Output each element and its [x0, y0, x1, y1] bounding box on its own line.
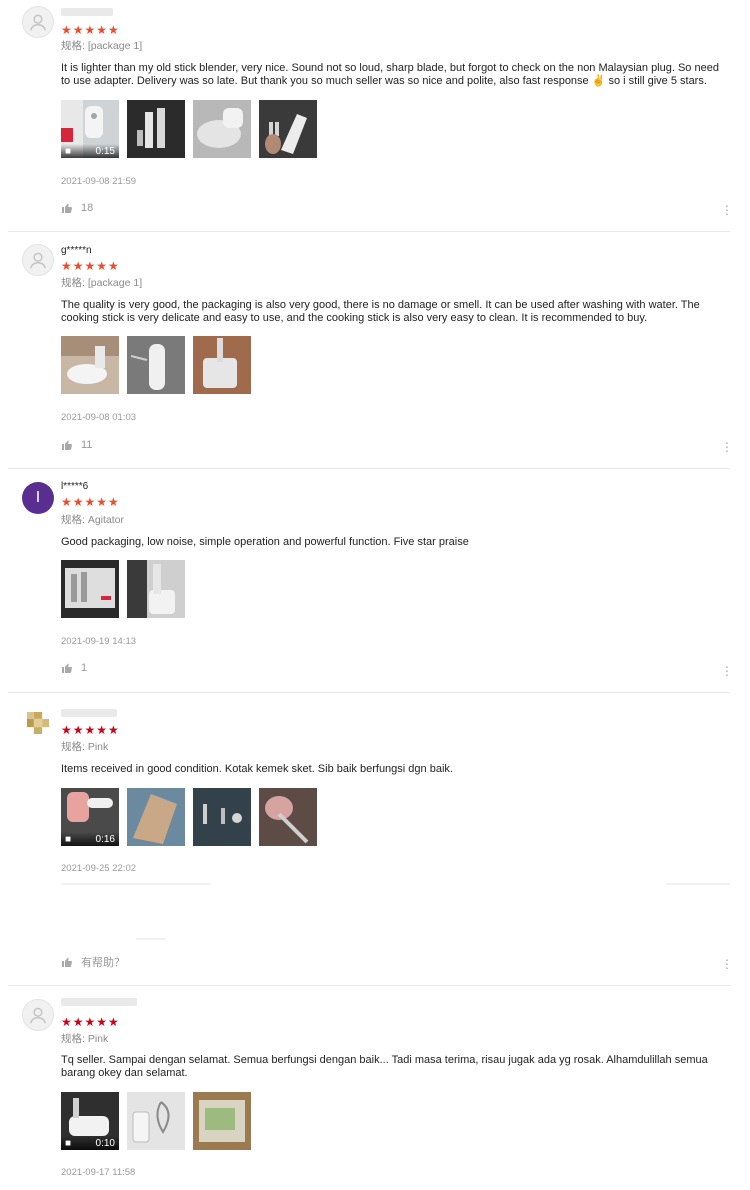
photo-thumbnail[interactable] [259, 100, 317, 158]
photo-thumbnail[interactable] [259, 788, 317, 846]
divider [8, 692, 730, 693]
user-icon [27, 1004, 49, 1026]
photo-thumbnail[interactable] [193, 336, 251, 394]
photo-thumbnail[interactable] [127, 788, 185, 846]
more-options-button[interactable]: · · · [724, 952, 730, 974]
username: l*****6 [61, 481, 89, 492]
variant-label: 规格: Pink [61, 1033, 109, 1045]
photo-thumbnail[interactable] [61, 560, 119, 618]
review-date: 2021-09-08 21:59 [61, 176, 137, 187]
review-date: 2021-09-08 01:03 [61, 412, 137, 423]
video-camera-icon: ■ [65, 833, 72, 845]
more-options-button[interactable]: · · · [724, 659, 730, 681]
divider [8, 985, 730, 986]
variant-label: 规格: Pink [61, 741, 109, 753]
username-blurred [61, 8, 113, 16]
more-options-button[interactable]: · · · [724, 198, 730, 220]
variant-label: 规格: Agitator [61, 514, 125, 526]
rating-stars: ★★★★★ [61, 23, 120, 37]
photo-thumbnail[interactable] [61, 336, 119, 394]
media-row: ■ 0:15 [61, 100, 317, 158]
thumbs-up-icon [61, 202, 73, 214]
media-row [61, 560, 185, 618]
video-badge: ■ 0:15 [61, 144, 119, 158]
review-text: Items received in good condition. Kotak … [61, 763, 453, 775]
like-count: 11 [81, 439, 93, 451]
avatar[interactable]: I [22, 482, 54, 514]
video-duration: 0:15 [95, 145, 115, 157]
photo-thumbnail[interactable] [127, 100, 185, 158]
user-icon [27, 11, 49, 33]
username-blurred [61, 998, 137, 1006]
video-duration: 0:10 [95, 1137, 115, 1149]
more-options-button[interactable]: · · · [724, 435, 730, 457]
review-text: Good packaging, low noise, simple operat… [61, 536, 469, 548]
like-count: 18 [81, 202, 94, 214]
photo-thumbnail[interactable] [127, 560, 185, 618]
review-text: Tq seller. Sampai dengan selamat. Semua … [61, 1054, 708, 1079]
photo-thumbnail[interactable] [127, 336, 185, 394]
thumbs-up-icon [61, 439, 73, 451]
rating-stars: ★★★★★ [61, 1015, 120, 1029]
avatar[interactable] [22, 244, 54, 276]
media-row [61, 336, 251, 394]
ghost-line [136, 938, 166, 940]
avatar[interactable] [22, 6, 54, 38]
photo-thumbnail[interactable] [127, 1092, 185, 1150]
media-row: ■ 0:10 [61, 1092, 251, 1150]
video-camera-icon: ■ [65, 1137, 72, 1149]
like-count: 1 [81, 662, 88, 674]
review-text: The quality is very good, the packaging … [61, 299, 700, 324]
variant-label: 规格: [package 1] [61, 277, 143, 289]
like-button[interactable]: 18 [61, 202, 93, 214]
photo-thumbnail[interactable] [193, 1092, 251, 1150]
helpful-label: 有帮助？ [81, 957, 125, 969]
rating-stars: ★★★★★ [61, 723, 120, 737]
like-button[interactable]: 11 [61, 439, 92, 451]
media-row: ■ 0:16 [61, 788, 317, 846]
video-camera-icon: ■ [65, 145, 72, 157]
review-date: 2021-09-17 11:58 [61, 1167, 136, 1178]
thumbs-up-icon [61, 662, 73, 674]
video-thumbnail[interactable]: ■ 0:10 [61, 1092, 119, 1150]
username: g*****n [61, 245, 92, 256]
video-badge: ■ 0:10 [61, 1136, 119, 1150]
video-duration: 0:16 [95, 833, 115, 845]
username-blurred [61, 709, 117, 717]
helpful-button[interactable]: 有帮助？ [61, 954, 125, 970]
photo-thumbnail[interactable] [193, 100, 251, 158]
avatar[interactable] [22, 707, 54, 739]
variant-label: 规格: [package 1] [61, 40, 143, 52]
rating-stars: ★★★★★ [61, 259, 120, 273]
divider [8, 468, 730, 469]
video-badge: ■ 0:16 [61, 832, 119, 846]
rating-stars: ★★★★★ [61, 495, 120, 509]
thumbs-up-icon [61, 956, 73, 968]
divider [8, 231, 730, 232]
review-date: 2021-09-19 14:13 [61, 636, 137, 647]
user-icon [27, 249, 49, 271]
ghost-line [666, 883, 730, 885]
review-text: It is lighter than my old stick blender,… [61, 62, 719, 87]
avatar[interactable] [22, 999, 54, 1031]
photo-thumbnail[interactable] [193, 788, 251, 846]
video-thumbnail[interactable]: ■ 0:15 [61, 100, 119, 158]
ghost-line [61, 883, 211, 885]
video-thumbnail[interactable]: ■ 0:16 [61, 788, 119, 846]
like-button[interactable]: 1 [61, 662, 87, 674]
review-date: 2021-09-25 22:02 [61, 863, 137, 874]
